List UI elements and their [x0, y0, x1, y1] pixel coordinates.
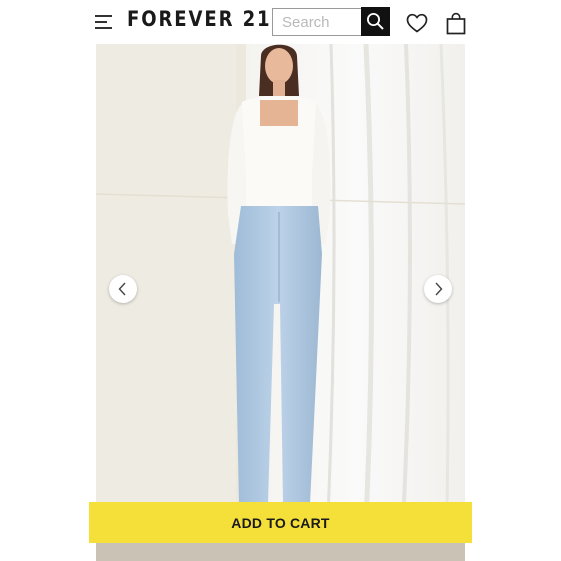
next-image-button[interactable] — [424, 275, 452, 303]
shopping-bag-icon[interactable] — [445, 12, 467, 35]
search-input[interactable] — [273, 9, 362, 35]
product-image — [96, 44, 465, 561]
site-header: FOREVER 21 — [0, 0, 561, 44]
chevron-right-icon — [435, 282, 443, 296]
brand-logo[interactable]: FOREVER 21 — [127, 7, 271, 31]
product-photo — [96, 44, 465, 561]
chevron-left-icon — [118, 282, 126, 296]
search-button[interactable] — [361, 7, 390, 36]
menu-icon[interactable] — [95, 14, 113, 30]
heart-icon[interactable] — [406, 13, 428, 33]
add-to-cart-button[interactable]: ADD TO CART — [89, 502, 472, 543]
search-icon — [367, 13, 384, 30]
search-field[interactable] — [272, 8, 362, 36]
previous-image-button[interactable] — [109, 275, 137, 303]
